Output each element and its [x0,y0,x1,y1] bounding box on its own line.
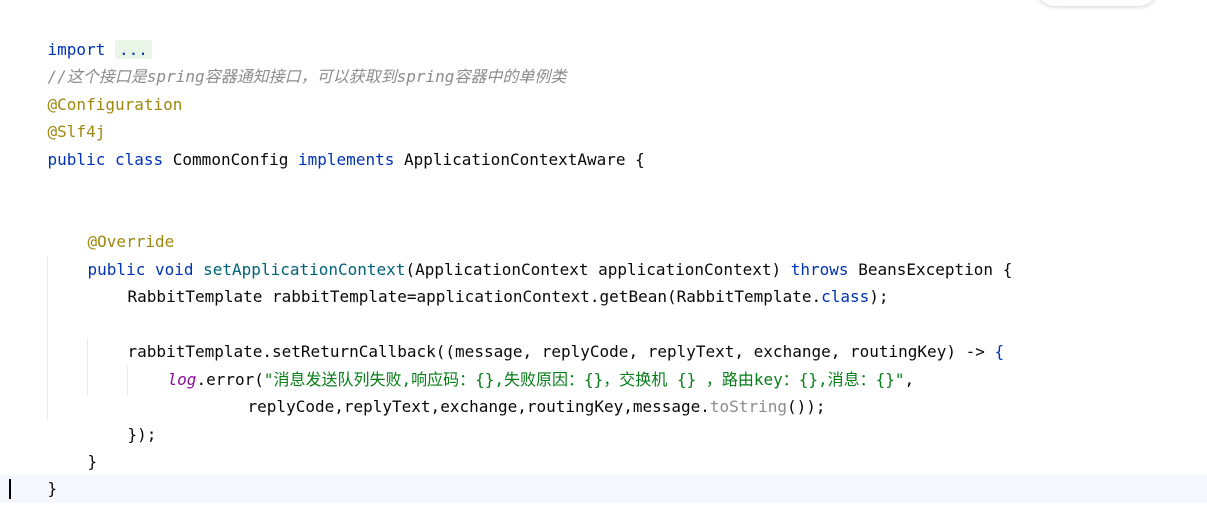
code-line-17[interactable]: } [9,448,58,498]
code-line-4[interactable]: @Slf4j [9,91,106,141]
code-text: , [904,370,915,389]
code-line-12[interactable]: rabbitTemplate.setReturnCallback((messag… [89,311,1005,361]
code-line-8[interactable]: @Override [49,201,175,251]
indent-guide [127,365,128,396]
code-text: } [87,452,98,471]
code-line-14[interactable]: replyCode,replyText,exchange,routingKey,… [209,366,826,416]
code-text: ()); [786,397,826,416]
code-line-13[interactable]: log.error("消息发送队列失败,响应码：{},失败原因：{}，交换机 {… [129,339,915,389]
code-text: }); [127,425,157,444]
keyword: implements [298,150,395,169]
keyword: class [821,287,870,306]
code-text: RabbitTemplate rabbitTemplate=applicatio… [127,287,822,306]
code-line-2[interactable]: //这个接口是spring容器通知接口，可以获取到spring容器中的单例类 [9,36,567,86]
code-line-5[interactable]: public class CommonConfig implements App… [9,119,645,169]
lambda-brace: { [994,342,1005,361]
current-line-highlight [0,475,1207,503]
code-line-10[interactable]: RabbitTemplate rabbitTemplate=applicatio… [89,256,889,306]
indent-guide [87,338,88,396]
method-tostring: toString [709,397,787,416]
code-editor[interactable]: import ... //这个接口是spring容器通知接口，可以获取到spri… [0,0,1207,530]
interface-name: ApplicationContextAware { [403,150,645,169]
indent-guide [47,256,48,421]
code-line-16[interactable]: } [49,421,98,471]
code-line-1[interactable]: import ... [9,9,152,59]
floating-widget[interactable] [1037,0,1157,6]
field-log: log [167,370,197,389]
code-line-3[interactable]: @Configuration [9,64,183,114]
code-text: ); [869,287,889,306]
code-line-15[interactable]: }); [89,394,157,444]
keyword: public [47,150,106,169]
code-text: replyCode,replyText,exchange,routingKey,… [247,397,710,416]
keyword: class [114,150,164,169]
class-name: CommonConfig [172,150,289,169]
code-line-9[interactable]: public void setApplicationContext(Applic… [49,229,1013,279]
code-text: } [47,479,58,498]
